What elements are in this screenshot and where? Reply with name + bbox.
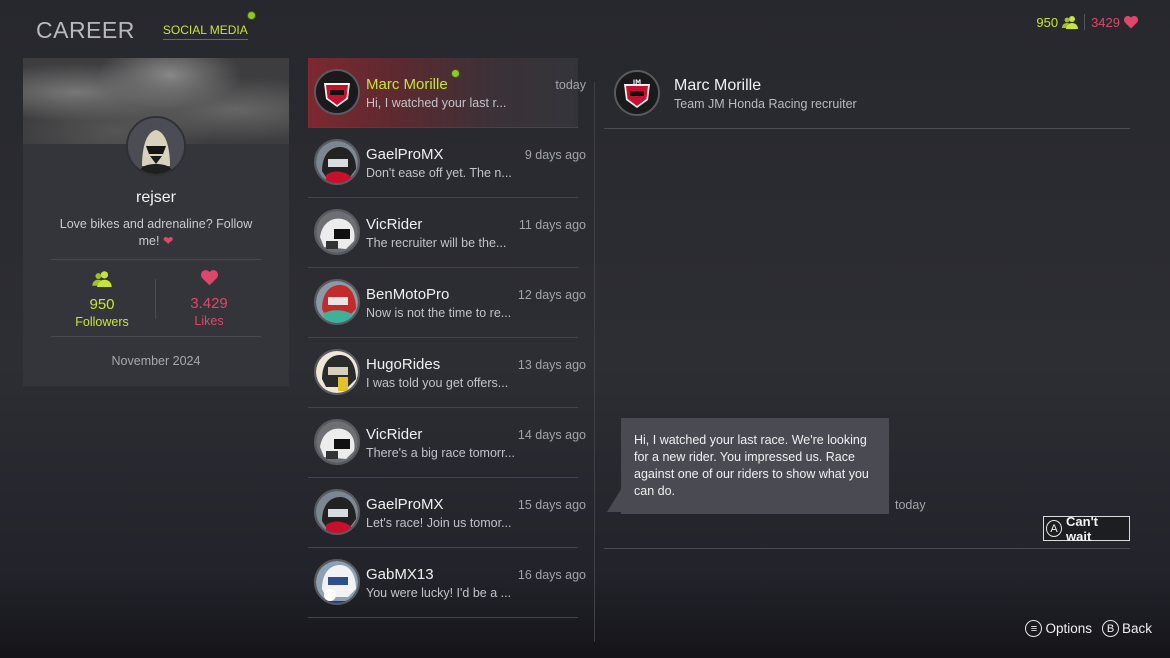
thread-preview: There's a big race tomorr...: [366, 446, 515, 460]
divider: [51, 336, 261, 337]
contact-name: Marc Morille: [674, 77, 762, 94]
message-thread-item[interactable]: HugoRides 13 days ago I was told you get o…: [308, 338, 586, 408]
likes-count: 3.429: [190, 295, 228, 312]
followers-icon: [92, 271, 112, 287]
message-list: Marc Morille today Hi, I watched your last…: [308, 58, 595, 642]
top-followers-count: 950: [1036, 14, 1059, 30]
thread-sender-name: GaelProMX: [366, 146, 444, 163]
stat-divider: [155, 279, 156, 319]
b-button-icon: B: [1101, 620, 1119, 637]
followers-count: 950: [89, 296, 115, 313]
thread-timestamp: 14 days ago: [517, 428, 586, 442]
avatar: [314, 489, 360, 535]
thread-preview: Don't ease off yet. The n...: [366, 166, 512, 180]
likes-stat: 3.429 Likes: [159, 270, 259, 328]
followers-label: Followers: [75, 315, 129, 329]
profile-username: rejser: [135, 189, 176, 206]
avatar: [314, 559, 360, 605]
thread-timestamp: 12 days ago: [517, 288, 586, 302]
message-thread-item[interactable]: GaelProMX 9 days ago Don't ease off yet. T…: [308, 128, 586, 198]
avatar: [314, 349, 360, 395]
back-label: Back: [1121, 621, 1152, 636]
avatar: [314, 139, 360, 185]
thread-sender-name: BenMotoPro: [366, 286, 450, 303]
message-timestamp: today: [895, 498, 926, 512]
options-button[interactable]: ≡ Options: [1025, 620, 1092, 637]
likes-label: Likes: [194, 314, 224, 328]
divider: [51, 259, 261, 260]
thread-preview: Now is not the time to re...: [366, 306, 512, 320]
thread-timestamp: 15 days ago: [517, 498, 586, 512]
heart-icon: ❤: [162, 234, 174, 248]
profile-bio-text: Love bikes and adrenaline? Follow me!: [59, 217, 253, 248]
thread-timestamp: 16 days ago: [517, 568, 586, 582]
honda-logo-icon: [314, 69, 360, 115]
message-thread-item[interactable]: GaelProMX 15 days ago Let's race! Join us …: [308, 478, 586, 548]
heart-icon: [200, 270, 218, 286]
thread-sender-name: HugoRides: [366, 356, 441, 373]
followers-icon: [1062, 16, 1079, 29]
stats-divider: [1084, 14, 1086, 30]
tab-career[interactable]: CAREER: [36, 17, 135, 44]
thread-timestamp: 9 days ago: [524, 148, 586, 162]
list-divider: [594, 82, 595, 642]
thread-preview: Hi, I watched your last r...: [366, 96, 507, 110]
menu-button-icon: ≡: [1025, 620, 1043, 637]
top-nav: CAREER SOCIAL MEDIA: [36, 11, 256, 44]
avatar: [314, 419, 360, 465]
reply-cant-wait-button[interactable]: A Can't wait: [1043, 513, 1130, 544]
thread-preview: You were lucky! I'd be a ...: [366, 586, 512, 600]
message-thread-item[interactable]: Marc Morille today Hi, I watched your last…: [308, 58, 586, 128]
avatar: [314, 209, 360, 255]
contact-role: Team JM Honda Racing recruiter: [674, 97, 857, 111]
avatar: [314, 279, 360, 325]
top-stats: 950 3429: [1036, 14, 1138, 30]
options-label: Options: [1045, 621, 1092, 636]
helmet-icon: [128, 118, 184, 174]
unread-dot: [451, 69, 460, 78]
svg-text:JM: JM: [632, 79, 641, 86]
followers-stat: 950 Followers: [52, 270, 152, 329]
thread-preview: The recruiter will be the...: [366, 236, 507, 250]
divider: [604, 128, 1130, 129]
message-thread-item[interactable]: VicRider 11 days ago The recruiter will be…: [308, 198, 586, 268]
message-thread-item[interactable]: BenMotoPro 12 days ago Now is not the time…: [308, 268, 586, 338]
notification-dot: [246, 11, 256, 20]
honda-logo-icon: JM: [616, 72, 658, 114]
conversation-panel: JM Marc Morille Team JM Honda Racing rec…: [604, 58, 1130, 558]
tab-social-media[interactable]: SOCIAL MEDIA: [162, 11, 256, 40]
a-button-icon: A: [1046, 520, 1063, 537]
reply-label: Can't wait: [1066, 513, 1099, 544]
thread-sender-name: VicRider: [366, 426, 423, 443]
top-followers: 950: [1036, 14, 1079, 30]
message-bubble: Hi, I watched your last race. We're look…: [621, 418, 889, 514]
heart-icon: [1124, 15, 1138, 28]
profile-card: rejser Love bikes and adrenaline? Follow…: [23, 58, 289, 386]
thread-sender-name: VicRider: [366, 216, 423, 233]
thread-preview: I was told you get offers...: [366, 376, 509, 390]
profile-joined-date: November 2024: [111, 354, 201, 368]
profile-bio: Love bikes and adrenaline? Follow me! ❤: [51, 216, 261, 250]
top-likes-count: 3429: [1091, 14, 1120, 30]
thread-timestamp: 13 days ago: [517, 358, 586, 372]
message-thread-item[interactable]: GabMX13 16 days ago You were lucky! I'd be…: [308, 548, 586, 618]
thread-sender-name: GabMX13: [366, 566, 434, 583]
contact-avatar: JM: [614, 70, 660, 116]
back-button[interactable]: B Back: [1101, 620, 1152, 637]
thread-sender-name: Marc Morille: [366, 76, 448, 93]
thread-timestamp: 11 days ago: [518, 218, 586, 232]
message-thread-item[interactable]: VicRider 14 days ago There's a big race to…: [308, 408, 586, 478]
top-likes: 3429: [1091, 15, 1138, 30]
footer-controls: ≡ Options B Back: [1025, 620, 1152, 637]
tab-social-media-label: SOCIAL MEDIA: [162, 23, 248, 37]
divider: [604, 548, 1130, 549]
thread-preview: Let's race! Join us tomor...: [366, 516, 512, 530]
thread-sender-name: GaelProMX: [366, 496, 444, 513]
thread-timestamp: today: [555, 78, 586, 92]
profile-avatar: [126, 116, 186, 176]
